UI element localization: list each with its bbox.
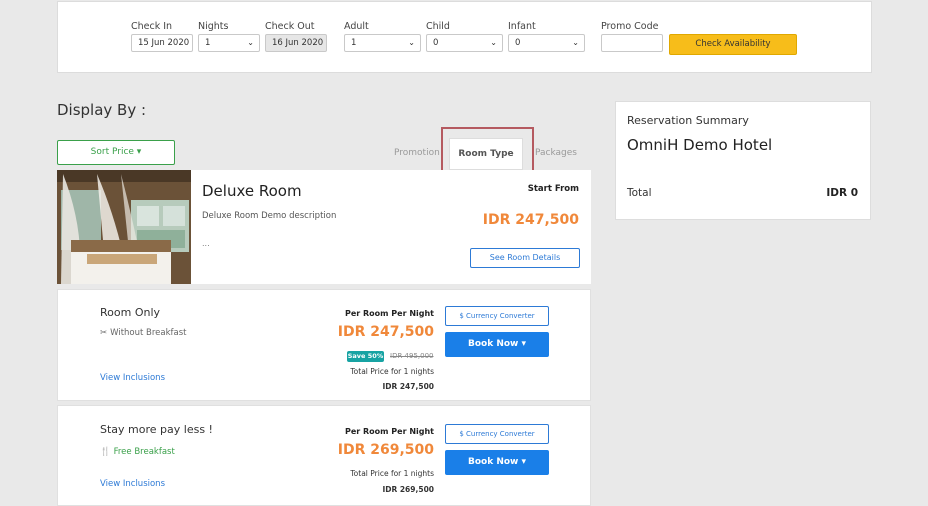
check-in-input[interactable]: 15 Jun 2020 — [131, 34, 193, 52]
child-label: Child — [426, 21, 450, 32]
adult-label: Adult — [344, 21, 369, 32]
total-price-value: IDR 269,500 — [382, 485, 434, 494]
rate-name: Room Only — [100, 306, 161, 319]
rate-meal-text: Without Breakfast — [110, 328, 187, 338]
sort-price-button[interactable]: Sort Price ▾ — [57, 140, 175, 165]
summary-title: Reservation Summary — [627, 114, 749, 127]
rate-price: IDR 247,500 — [337, 324, 434, 340]
total-price-label: Total Price for 1 nights — [350, 367, 434, 376]
rate-price: IDR 269,500 — [337, 442, 434, 458]
room-name: Deluxe Room — [202, 182, 302, 200]
rate-card: Room Only ✂ Without Breakfast View Inclus… — [57, 289, 591, 401]
child-field: Child 0 ⌄ — [426, 20, 503, 52]
see-room-details-button[interactable]: See Room Details — [470, 248, 580, 268]
promo-label: Promo Code — [601, 21, 659, 32]
chevron-down-icon: ⌄ — [572, 38, 579, 47]
room-description-more: ... — [202, 239, 210, 248]
chevron-down-icon: ⌄ — [247, 38, 254, 47]
summary-total-label: Total — [627, 187, 652, 199]
child-value: 0 — [433, 38, 439, 48]
check-out-input: 16 Jun 2020 — [265, 34, 327, 52]
rate-meal: 🍴 Free Breakfast — [100, 447, 175, 457]
child-select[interactable]: 0 ⌄ — [426, 34, 503, 52]
currency-converter-button[interactable]: $ Currency Converter — [445, 306, 549, 326]
check-out-label: Check Out — [265, 21, 315, 32]
check-in-label: Check In — [131, 21, 173, 32]
currency-converter-button[interactable]: $ Currency Converter — [445, 424, 549, 444]
nights-field: Nights 1 ⌄ — [198, 20, 260, 52]
save-badge: Save 50% — [347, 351, 384, 362]
summary-total-value: IDR 0 — [826, 187, 858, 199]
rate-name: Stay more pay less ! — [100, 423, 213, 436]
display-by-title: Display By : — [57, 101, 147, 119]
rate-meal-text: Free Breakfast — [113, 447, 175, 457]
fork-knife-icon: 🍴 — [100, 447, 111, 457]
infant-field: Infant 0 ⌄ — [508, 20, 585, 52]
original-price: IDR 495,000 — [390, 352, 434, 360]
infant-label: Infant — [508, 21, 536, 32]
total-price-value: IDR 247,500 — [382, 382, 434, 391]
book-now-button[interactable]: Book Now ▾ — [445, 450, 549, 475]
rate-card: Stay more pay less ! 🍴 Free Breakfast Vie… — [57, 405, 591, 506]
start-price: IDR 247,500 — [482, 212, 579, 228]
nights-select[interactable]: 1 ⌄ — [198, 34, 260, 52]
per-room-label: Per Room Per Night — [345, 309, 434, 318]
adult-value: 1 — [351, 38, 357, 48]
reservation-summary: Reservation Summary OmniH Demo Hotel Tot… — [615, 101, 871, 220]
view-inclusions-link[interactable]: View Inclusions — [100, 479, 165, 489]
nights-value: 1 — [205, 38, 211, 48]
adult-select[interactable]: 1 ⌄ — [344, 34, 421, 52]
infant-value: 0 — [515, 38, 521, 48]
promo-code-input[interactable] — [601, 34, 663, 52]
book-now-button[interactable]: Book Now ▾ — [445, 332, 549, 357]
room-description: Deluxe Room Demo description — [202, 211, 337, 221]
infant-select[interactable]: 0 ⌄ — [508, 34, 585, 52]
total-price-label: Total Price for 1 nights — [350, 469, 434, 478]
chevron-down-icon: ⌄ — [490, 38, 497, 47]
view-inclusions-link[interactable]: View Inclusions — [100, 373, 165, 383]
check-out-field: Check Out 16 Jun 2020 — [265, 20, 327, 52]
hotel-name: OmniH Demo Hotel — [627, 136, 773, 154]
check-availability-button[interactable]: Check Availability — [669, 34, 797, 55]
room-photo — [57, 170, 191, 284]
promo-field: Promo Code — [601, 20, 663, 52]
rate-meal: ✂ Without Breakfast — [100, 328, 187, 338]
room-card: Deluxe Room Deluxe Room Demo description… — [57, 170, 591, 284]
nights-label: Nights — [198, 21, 229, 32]
no-food-icon: ✂ — [100, 328, 108, 338]
chevron-down-icon: ⌄ — [408, 38, 415, 47]
tab-promotion[interactable]: Promotion — [394, 148, 440, 158]
adult-field: Adult 1 ⌄ — [344, 20, 421, 52]
start-from-label: Start From — [527, 184, 579, 194]
check-in-field: Check In 15 Jun 2020 — [131, 20, 193, 52]
per-room-label: Per Room Per Night — [345, 427, 434, 436]
tab-packages[interactable]: Packages — [535, 148, 577, 158]
availability-search-bar: Check In 15 Jun 2020 Nights 1 ⌄ Check Out… — [57, 1, 872, 73]
